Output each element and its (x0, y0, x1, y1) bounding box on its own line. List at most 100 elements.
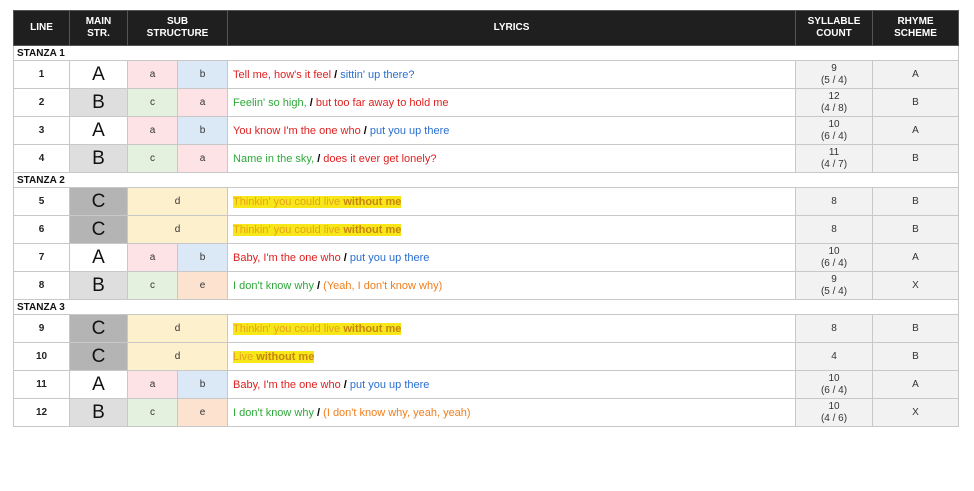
stanza-header-row: STANZA 2 (12, 172, 960, 188)
sub-structure-cell: b (176, 116, 229, 145)
sub-structure-cell: d (126, 215, 229, 244)
syllable-count-cell: 10 (6 / 4) (795, 243, 874, 272)
line-number: 4 (13, 144, 70, 173)
highlighted-lyric: Thinkin' you could live without me (233, 322, 402, 335)
lyrics-cell: Thinkin' you could live without me (227, 215, 797, 244)
header-syl-line2: COUNT (816, 28, 852, 39)
syllable-total: 11 (828, 146, 840, 158)
sub-structure-cell: b (176, 243, 229, 272)
syllable-count-cell: 10 (6 / 4) (795, 370, 874, 399)
table-row: 10 Cd Live without me 4 B (13, 342, 960, 371)
syllable-total: 12 (828, 90, 840, 102)
line-number: 2 (13, 88, 70, 117)
lyric-segment: without me (343, 195, 402, 208)
sub-structure-cell: c (127, 88, 178, 117)
lyric-segment: Live (233, 350, 257, 363)
rhyme-scheme-cell: A (872, 243, 960, 272)
line-number: 9 (13, 314, 70, 343)
lyrics-cell: Thinkin' you could live without me (227, 187, 797, 216)
line-number: 1 (13, 60, 70, 89)
main-structure-cell: C (69, 314, 128, 343)
header-rhyme-scheme: RHYME SCHEME (872, 10, 960, 46)
syllable-total: 4 (831, 350, 837, 362)
lyric-segment: put you up there (346, 251, 430, 264)
lyric-segment: without me (343, 223, 402, 236)
lyrics-cell: Thinkin' you could live without me (227, 314, 797, 343)
syllable-total: 8 (831, 223, 837, 235)
lyric-segment: sittin' up there? (337, 68, 415, 81)
lyric-segment: but too far away to hold me (312, 96, 449, 109)
sub-structure-cell: a (176, 144, 229, 173)
lyric-segment: Thinkin' you could live (233, 223, 344, 236)
main-structure-cell: C (69, 215, 128, 244)
sub-structure-cell: d (126, 187, 229, 216)
lyric-segment: You know I'm the one who (233, 124, 364, 137)
rhyme-scheme-cell: A (872, 116, 960, 145)
syllable-total: 9 (831, 273, 837, 285)
lyric-segment: Thinkin' you could live (233, 322, 344, 335)
header-rhyme-line1: RHYME (897, 16, 934, 27)
lyrics-analysis-table-container: LINE MAIN STR. SUB STRUCTURE LYRICS SYLLAB… (12, 10, 960, 427)
sub-structure-cell: c (127, 144, 178, 173)
rhyme-scheme-cell: B (872, 342, 960, 371)
main-structure-cell: C (69, 342, 128, 371)
main-structure-cell: A (69, 116, 128, 145)
table-row: 5 Cd Thinkin' you could live without me 8 B (13, 187, 960, 216)
table-row: 6 Cd Thinkin' you could live without me 8 B (13, 215, 960, 244)
main-structure-cell: A (69, 60, 128, 89)
table-row: 7 Aa b Baby, I'm the one who / put you up t… (13, 243, 960, 272)
sub-structure-cell: d (126, 314, 229, 343)
rhyme-scheme-cell: X (872, 271, 960, 300)
rhyme-scheme-cell: B (872, 144, 960, 173)
rhyme-scheme-cell: B (872, 215, 960, 244)
lyric-segment: (Yeah, I don't know why) (320, 279, 443, 292)
syllable-total: 10 (828, 372, 840, 384)
main-structure-cell: B (69, 398, 128, 427)
highlighted-lyric: Live without me (233, 350, 315, 363)
header-line-label: LINE (30, 22, 53, 33)
header-line: LINE (13, 10, 70, 46)
line-number: 8 (13, 271, 70, 300)
highlighted-lyric: Thinkin' you could live without me (233, 223, 402, 236)
stanza-header-row: STANZA 3 (12, 299, 960, 315)
main-structure-cell: A (69, 243, 128, 272)
syllable-count-cell: 4 (795, 342, 874, 371)
header-main-line2: STR. (87, 28, 110, 39)
rhyme-scheme-cell: B (872, 88, 960, 117)
line-number: 5 (13, 187, 70, 216)
lyrics-analysis-table: LINE MAIN STR. SUB STRUCTURE LYRICS SYLLAB… (12, 10, 960, 427)
syllable-total: 8 (831, 322, 837, 334)
lyric-segment: does it ever get lonely? (320, 152, 437, 165)
rhyme-scheme-cell: A (872, 60, 960, 89)
table-row: 12 Bc e I don't know why / (I don't know wh… (13, 398, 960, 427)
syllable-total: 10 (828, 400, 840, 412)
header-sub-line1: SUB (166, 16, 189, 27)
main-structure-cell: B (69, 144, 128, 173)
lyric-segment: without me (256, 350, 315, 363)
table-row: 3 Aa b You know I'm the one who / put you u… (13, 116, 960, 145)
syllable-split: (4 / 8) (820, 102, 848, 114)
line-number: 7 (13, 243, 70, 272)
header-sub-structure: SUB STRUCTURE (126, 10, 229, 46)
header-syllable-count: SYLLABLE COUNT (795, 10, 874, 46)
header-row: LINE MAIN STR. SUB STRUCTURE LYRICS SYLLAB… (13, 10, 960, 46)
table-row: 11 Aa b Baby, I'm the one who / put you up … (13, 370, 960, 399)
main-structure-cell: B (69, 88, 128, 117)
header-lyrics: LYRICS (227, 10, 797, 46)
line-number: 12 (13, 398, 70, 427)
lyric-segment: Baby, I'm the one who (233, 251, 344, 264)
lyric-segment: I don't know why (233, 279, 318, 292)
rhyme-scheme-cell: X (872, 398, 960, 427)
sub-structure-cell: c (127, 398, 178, 427)
header-syl-line1: SYLLABLE (807, 16, 861, 27)
lyrics-cell: Feelin' so high, / but too far away to h… (227, 88, 797, 117)
lyrics-cell: Live without me (227, 342, 797, 371)
rhyme-scheme-cell: A (872, 370, 960, 399)
lyric-segment: Tell me, how's it feel (233, 68, 335, 81)
rhyme-scheme-cell: B (872, 314, 960, 343)
lyrics-cell: I don't know why / (Yeah, I don't know w… (227, 271, 797, 300)
sub-structure-cell: a (127, 60, 178, 89)
sub-structure-cell: a (176, 88, 229, 117)
line-number: 3 (13, 116, 70, 145)
syllable-total: 9 (831, 62, 837, 74)
